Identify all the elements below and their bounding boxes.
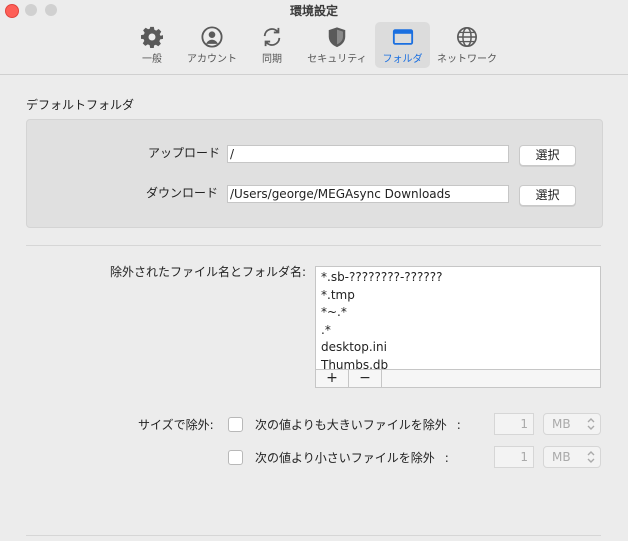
smaller-unit-select[interactable]: MB <box>543 446 601 468</box>
globe-icon <box>457 27 477 47</box>
list-item[interactable]: Thumbs.db <box>316 357 600 370</box>
list-item[interactable]: .* <box>316 322 600 340</box>
exclude-larger-label: 次の値よりも大きいファイルを除外: <box>255 416 461 433</box>
section-title: デフォルトフォルダ <box>26 98 135 112</box>
list-item[interactable]: *.tmp <box>316 287 600 305</box>
tab-label: フォルダ <box>382 54 423 65</box>
unit-value: MB <box>552 450 571 464</box>
tab-label: 一般 <box>142 54 162 65</box>
download-label: ダウンロード <box>146 186 219 200</box>
exclude-smaller-label: 次の値より小さいファイルを除外: <box>255 449 449 466</box>
tab-label: アカウント <box>187 54 237 65</box>
window-title: 環境設定 <box>289 4 338 18</box>
upload-label: アップロード <box>148 146 221 160</box>
tab-security[interactable]: セキュリティ <box>304 22 370 68</box>
updown-chevron-icon <box>587 418 595 430</box>
download-select-button[interactable]: 選択 <box>519 185 576 206</box>
add-button[interactable]: + <box>316 370 349 387</box>
tab-sync[interactable]: 同期 <box>255 22 289 68</box>
list-item[interactable]: desktop.ini <box>316 339 600 357</box>
tab-label: セキュリティ <box>307 54 367 65</box>
separator <box>26 245 601 246</box>
account-icon <box>201 26 223 48</box>
tab-label: 同期 <box>262 54 282 65</box>
excluded-names-label: 除外されたファイル名とフォルダ名: <box>110 265 307 279</box>
remove-button[interactable]: − <box>349 370 382 387</box>
larger-size-input[interactable]: 1 <box>494 413 534 435</box>
exclude-larger-text: 次の値よりも大きいファイルを除外 <box>255 418 447 432</box>
default-folders-box <box>26 119 603 228</box>
excluded-names-list[interactable]: *.sb-????????-?????? *.tmp *~.* .* deskt… <box>315 266 601 369</box>
download-path-field[interactable]: /Users/george/MEGAsync Downloads <box>227 185 509 203</box>
sync-icon <box>263 27 281 47</box>
folder-icon <box>392 29 413 45</box>
toolbar: 環境設定 一般 アカウント 同期 セキュリティ フォルダ ネットワーク <box>0 0 628 75</box>
tab-account[interactable]: アカウント <box>183 22 241 68</box>
colon: : <box>456 418 461 432</box>
upload-select-button[interactable]: 選択 <box>519 145 576 166</box>
separator <box>26 535 601 536</box>
gear-icon <box>141 26 163 48</box>
list-item[interactable]: *~.* <box>316 304 600 322</box>
larger-unit-select[interactable]: MB <box>543 413 601 435</box>
tab-general[interactable]: 一般 <box>135 22 169 68</box>
exclude-smaller-text: 次の値より小さいファイルを除外 <box>255 451 435 465</box>
unit-value: MB <box>552 417 571 431</box>
list-toolbar: + − <box>315 369 601 388</box>
updown-chevron-icon <box>587 451 595 463</box>
smaller-size-input[interactable]: 1 <box>494 446 534 468</box>
upload-path-field[interactable]: / <box>227 145 509 163</box>
tab-network[interactable]: ネットワーク <box>436 22 498 68</box>
exclude-larger-checkbox[interactable] <box>228 417 243 432</box>
colon: : <box>444 451 449 465</box>
tab-folders[interactable]: フォルダ <box>375 22 430 68</box>
list-item[interactable]: *.sb-????????-?????? <box>316 269 600 287</box>
shield-icon <box>328 27 346 48</box>
exclude-by-size-label: サイズで除外: <box>138 418 214 432</box>
tab-label: ネットワーク <box>437 54 497 65</box>
exclude-smaller-checkbox[interactable] <box>228 450 243 465</box>
